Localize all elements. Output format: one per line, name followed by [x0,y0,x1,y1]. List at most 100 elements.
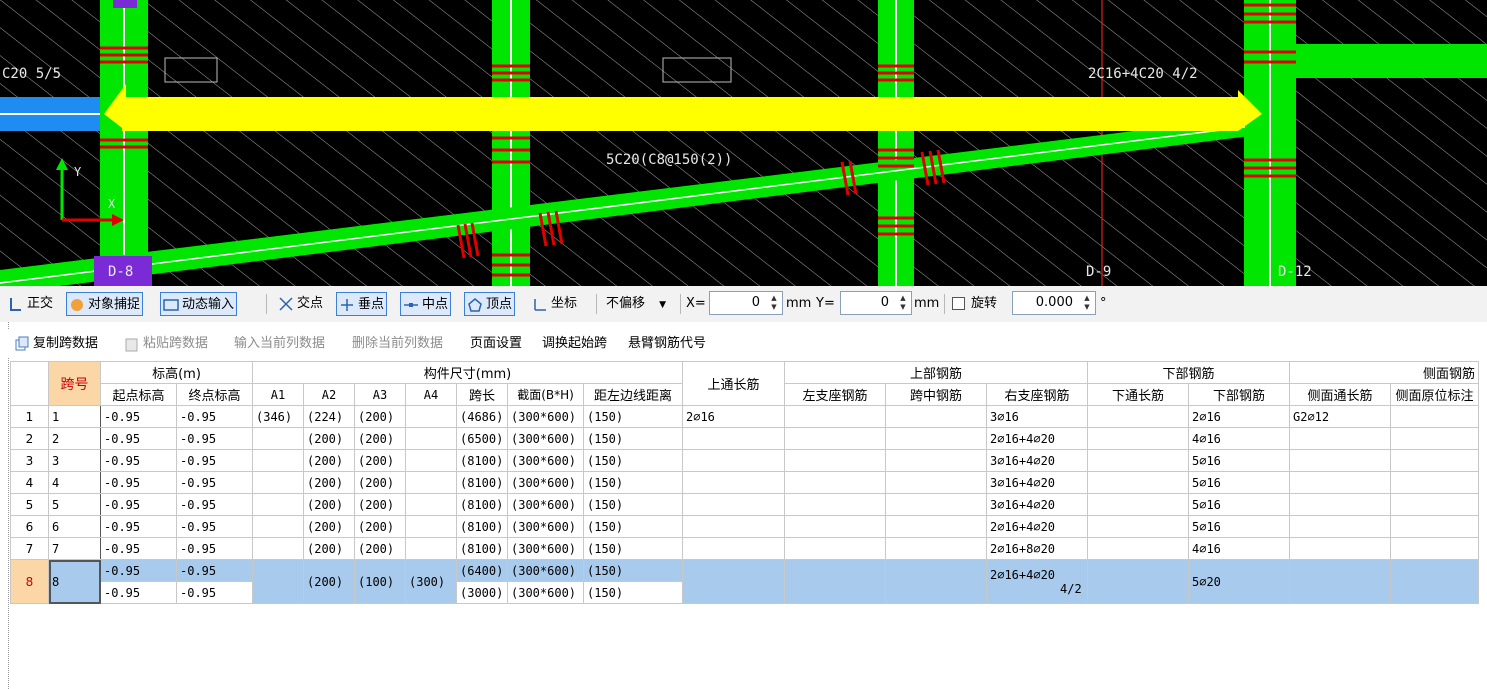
cell-side-through[interactable] [1289,515,1391,538]
cell-a1[interactable] [252,559,304,604]
cell-start-elev[interactable]: -0.95 [100,471,177,494]
cell-a1[interactable] [252,515,304,538]
cell-start-elev[interactable]: -0.95 [100,405,177,428]
cell-a1[interactable] [252,471,304,494]
dynamic-input-toggle[interactable]: 动态输入 [160,292,238,316]
delete-column-button[interactable]: 删除当前列数据 [352,334,443,354]
cell-left-support[interactable] [784,537,886,560]
cell-top-through[interactable] [682,537,785,560]
cell-dist-left[interactable]: (150) [583,405,683,428]
cell-a2[interactable]: (200) [303,537,355,560]
cell-mid-span[interactable] [885,449,987,472]
cell-top-through[interactable] [682,559,785,604]
cell-section[interactable]: (300*600) [507,581,584,604]
cell-side-through[interactable]: G2⌀12 [1289,405,1391,428]
cell-right-support[interactable]: 2⌀16+8⌀20 [986,537,1088,560]
cell-span-length[interactable]: (8100) [456,471,508,494]
cell-span-length[interactable]: (8100) [456,537,508,560]
rotate-angle-input[interactable]: 0.000 ▲ ▼ [1012,291,1096,315]
cell-a3[interactable]: (200) [354,471,406,494]
cell-span[interactable]: 7 [48,537,101,560]
cell-end-elev[interactable]: -0.95 [176,537,253,560]
cell-section[interactable]: (300*600) [507,405,584,428]
cell-span-length[interactable]: (8100) [456,493,508,516]
cell-section[interactable]: (300*600) [507,493,584,516]
cell-right-support[interactable]: 2⌀16+4⌀20 [986,427,1088,450]
cell-dist-left[interactable]: (150) [583,449,683,472]
cell-a1[interactable] [252,427,304,450]
cell-span-length[interactable]: (8100) [456,449,508,472]
cell-dist-left[interactable]: (150) [583,559,683,582]
table-row[interactable]: 6 6 -0.95 -0.95 (200) (200) (8100) (300*600) (15… [10,515,1479,538]
cell-mid-span[interactable] [885,493,987,516]
cell-bottom-through[interactable] [1087,559,1189,604]
cell-bottom-through[interactable] [1087,515,1189,538]
cell-right-support[interactable]: 3⌀16 [986,405,1088,428]
copy-span-button[interactable]: 复制跨数据 [14,334,98,354]
cell-mid-span[interactable] [885,559,987,604]
cell-right-support[interactable]: 3⌀16+4⌀20 [986,493,1088,516]
cell-section[interactable]: (300*600) [507,449,584,472]
offset-mode-select[interactable]: 不偏移 ▼ [604,292,668,316]
cell-side-through[interactable] [1289,537,1391,560]
cell-top-through[interactable] [682,427,785,450]
cell-side-original[interactable] [1390,471,1479,494]
cell-side-through[interactable] [1289,493,1391,516]
cell-a3[interactable]: (100) [354,559,406,604]
cell-a2[interactable]: (200) [303,493,355,516]
cell-side-original[interactable] [1390,427,1479,450]
snap-intersection[interactable]: 交点 [276,292,325,316]
snap-coordinate[interactable]: 坐标 [530,292,579,316]
cell-a2[interactable]: (200) [303,427,355,450]
cell-mid-span[interactable] [885,515,987,538]
cell-a2[interactable]: (200) [303,471,355,494]
table-row[interactable]: 1 1 -0.95 -0.95 (346) (224) (200) (4686) (300*60… [10,405,1479,428]
x-spinner-icon[interactable]: ▲ ▼ [768,294,780,312]
cell-bottom-rebar[interactable]: 2⌀16 [1188,405,1290,428]
cell-section[interactable]: (300*600) [507,515,584,538]
cell-a4[interactable] [405,493,457,516]
cell-left-support[interactable] [784,427,886,450]
cell-mid-span[interactable] [885,405,987,428]
panel-resize-handle[interactable] [0,322,9,689]
cell-start-elev[interactable]: -0.95 [100,581,177,604]
cell-dist-left[interactable]: (150) [583,515,683,538]
table-row[interactable]: 3 3 -0.95 -0.95 (200) (200) (8100) (300*600) (15… [10,449,1479,472]
cell-a3[interactable]: (200) [354,537,406,560]
cell-bottom-rebar[interactable]: 5⌀20 [1188,559,1290,604]
cell-a1[interactable] [252,449,304,472]
cell-right-support[interactable]: 2⌀16+4⌀20 4/2 [986,559,1088,604]
cell-start-elev[interactable]: -0.95 [100,493,177,516]
cell-section[interactable]: (300*600) [507,471,584,494]
input-column-button[interactable]: 输入当前列数据 [234,334,325,354]
cell-section[interactable]: (300*600) [507,559,584,582]
cell-bottom-rebar[interactable]: 4⌀16 [1188,537,1290,560]
cell-start-elev[interactable]: -0.95 [100,559,177,582]
cell-mid-span[interactable] [885,537,987,560]
span-data-grid[interactable]: 跨号 标高(m) 构件尺寸(mm) 上通长筋 上部钢筋 下部钢筋 侧面钢筋 起点… [10,361,1479,604]
cell-span-length[interactable]: (6500) [456,427,508,450]
cell-side-original[interactable] [1390,405,1479,428]
cell-left-support[interactable] [784,405,886,428]
cell-a3[interactable]: (200) [354,493,406,516]
cell-top-through[interactable] [682,449,785,472]
cell-a1[interactable] [252,537,304,560]
cell-span[interactable]: 4 [48,471,101,494]
cell-side-original[interactable] [1390,537,1479,560]
paste-span-button[interactable]: 粘贴跨数据 [124,334,208,354]
cell-side-original[interactable] [1390,515,1479,538]
cell-end-elev[interactable]: -0.95 [176,405,253,428]
rotate-spinner-icon[interactable]: ▲ ▼ [1081,294,1093,312]
cell-span[interactable]: 1 [48,405,101,428]
cell-a4[interactable] [405,471,457,494]
cell-left-support[interactable] [784,493,886,516]
snap-vertex[interactable]: 顶点 [464,292,516,316]
cell-a4[interactable] [405,537,457,560]
cell-span-length[interactable]: (8100) [456,515,508,538]
cell-bottom-rebar[interactable]: 4⌀16 [1188,427,1290,450]
cell-bottom-through[interactable] [1087,537,1189,560]
cell-left-support[interactable] [784,559,886,604]
table-row[interactable]: 2 2 -0.95 -0.95 (200) (200) (6500) (300*600) (15… [10,427,1479,450]
cell-a3[interactable]: (200) [354,405,406,428]
cell-dist-left[interactable]: (150) [583,581,683,604]
